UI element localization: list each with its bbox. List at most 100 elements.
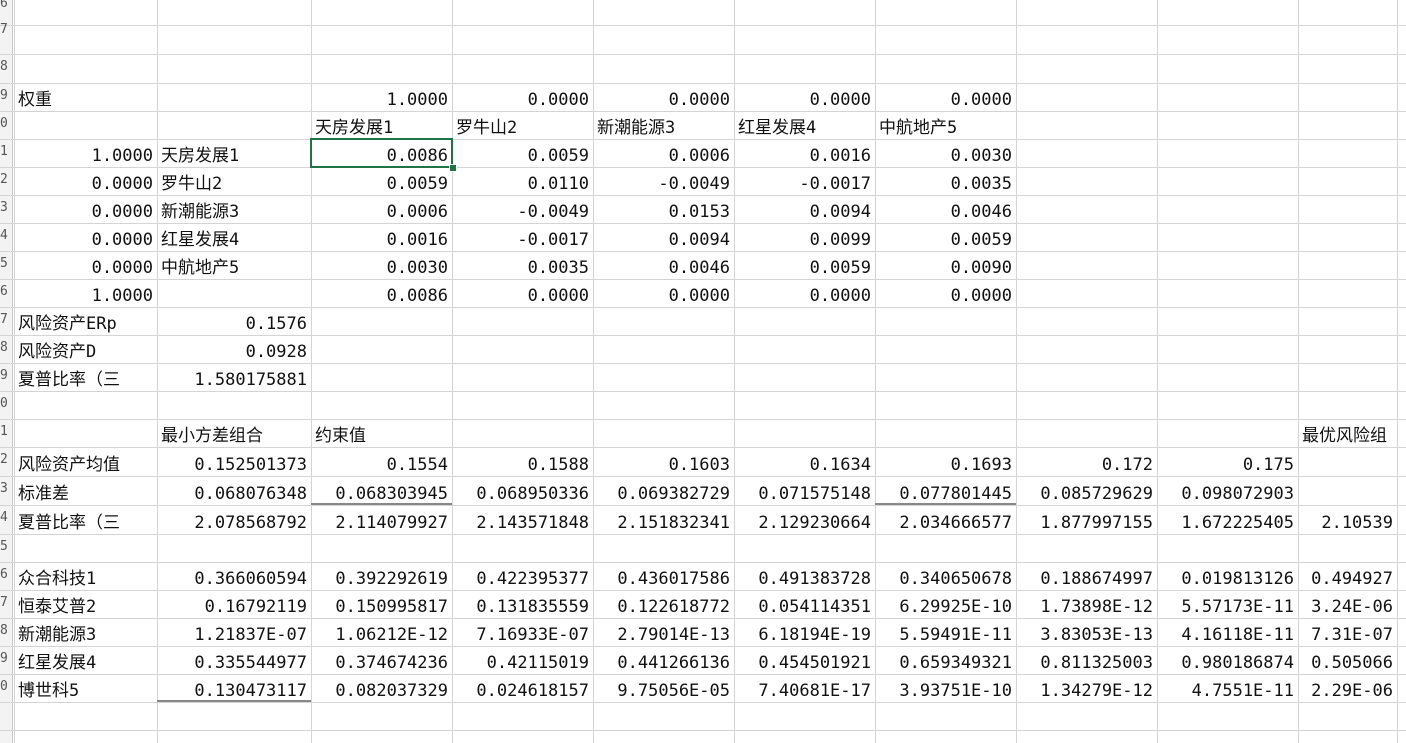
row-number[interactable]: 2	[0, 452, 12, 467]
row-number[interactable]: 8	[0, 59, 12, 74]
cell-b30[interactable]: 0.130473117	[157, 681, 311, 701]
cell-g14[interactable]: 0.0059	[875, 230, 1016, 250]
cell-g10[interactable]: 中航地产5	[875, 118, 1016, 138]
cell-b22[interactable]: 0.152501373	[157, 455, 311, 475]
cell-c29[interactable]: 0.374674236	[311, 653, 452, 673]
cell-e15[interactable]: 0.0046	[593, 258, 734, 278]
cell-d12[interactable]: 0.0110	[452, 174, 593, 194]
cell-j30[interactable]: 2.29E-06	[1298, 681, 1397, 701]
cell-c12[interactable]: 0.0059	[311, 174, 452, 194]
cell-g24[interactable]: 2.034666577	[875, 513, 1016, 533]
cell-d15[interactable]: 0.0035	[452, 258, 593, 278]
cell-f22[interactable]: 0.1634	[734, 455, 875, 475]
cell-d16[interactable]: 0.0000	[452, 286, 593, 306]
cell-g13[interactable]: 0.0046	[875, 202, 1016, 222]
cell-i30[interactable]: 4.7551E-11	[1157, 681, 1298, 701]
cell-d10[interactable]: 罗牛山2	[452, 118, 593, 138]
cell-b18[interactable]: 0.0928	[157, 342, 311, 362]
cell-b12[interactable]: 罗牛山2	[157, 174, 311, 194]
cell-a22[interactable]: 风险资产均值	[14, 455, 157, 475]
cell-e14[interactable]: 0.0094	[593, 230, 734, 250]
row-number[interactable]: 5	[0, 256, 12, 271]
cell-f30[interactable]: 7.40681E-17	[734, 681, 875, 701]
cell-a27[interactable]: 恒泰艾普2	[14, 597, 157, 617]
cell-j21[interactable]: 最优风险组	[1298, 426, 1397, 446]
spreadsheet-grid[interactable]: 6 7 8 9 0 1 2 3 4 5 6 7 8 9 0 1 2 3 4 5 6 7 8 9 0 权重 1.0000 0.0000 0…	[0, 0, 1406, 743]
cell-g9[interactable]: 0.0000	[875, 90, 1016, 110]
cell-i22[interactable]: 0.175	[1157, 455, 1298, 475]
cell-f15[interactable]: 0.0059	[734, 258, 875, 278]
cell-b24[interactable]: 2.078568792	[157, 513, 311, 533]
cell-h23[interactable]: 0.085729629	[1016, 484, 1157, 504]
cell-a18[interactable]: 风险资产D	[14, 342, 157, 362]
cell-b13[interactable]: 新潮能源3	[157, 202, 311, 222]
cell-g30[interactable]: 3.93751E-10	[875, 681, 1016, 701]
cell-g28[interactable]: 5.59491E-11	[875, 625, 1016, 645]
row-number[interactable]: 3	[0, 481, 12, 496]
row-number[interactable]: 3	[0, 200, 12, 215]
cell-d9[interactable]: 0.0000	[452, 90, 593, 110]
cell-d30[interactable]: 0.024618157	[452, 681, 593, 701]
cell-f24[interactable]: 2.129230664	[734, 513, 875, 533]
cell-d14[interactable]: -0.0017	[452, 230, 593, 250]
cell-c28[interactable]: 1.06212E-12	[311, 625, 452, 645]
cell-d29[interactable]: 0.42115019	[452, 653, 593, 673]
cell-h29[interactable]: 0.811325003	[1016, 653, 1157, 673]
cell-g29[interactable]: 0.659349321	[875, 653, 1016, 673]
row-number[interactable]: 7	[0, 595, 12, 610]
cell-b15[interactable]: 中航地产5	[157, 258, 311, 278]
cell-e10[interactable]: 新潮能源3	[593, 118, 734, 138]
cell-d13[interactable]: -0.0049	[452, 202, 593, 222]
row-number[interactable]: 6	[0, 0, 12, 11]
cell-g23[interactable]: 0.077801445	[875, 484, 1016, 504]
cell-a23[interactable]: 标准差	[14, 484, 157, 504]
cell-i27[interactable]: 5.57173E-11	[1157, 597, 1298, 617]
row-number[interactable]: 8	[0, 340, 12, 355]
cell-c27[interactable]: 0.150995817	[311, 597, 452, 617]
cell-g12[interactable]: 0.0035	[875, 174, 1016, 194]
cell-c10[interactable]: 天房发展1	[311, 118, 452, 138]
cell-j28[interactable]: 7.31E-07	[1298, 625, 1397, 645]
cell-c13[interactable]: 0.0006	[311, 202, 452, 222]
cell-a19[interactable]: 夏普比率（三	[14, 370, 157, 390]
cell-a28[interactable]: 新潮能源3	[14, 625, 157, 645]
cell-a9[interactable]: 权重	[14, 90, 157, 110]
row-number[interactable]: 0	[0, 116, 12, 131]
cell-d24[interactable]: 2.143571848	[452, 513, 593, 533]
cell-e28[interactable]: 2.79014E-13	[593, 625, 734, 645]
cell-e22[interactable]: 0.1603	[593, 455, 734, 475]
row-number[interactable]: 9	[0, 368, 12, 383]
cell-a11[interactable]: 1.0000	[14, 146, 157, 166]
cell-g22[interactable]: 0.1693	[875, 455, 1016, 475]
cell-d23[interactable]: 0.068950336	[452, 484, 593, 504]
row-number[interactable]: 7	[0, 22, 12, 37]
cell-b21[interactable]: 最小方差组合	[157, 426, 311, 446]
cell-h24[interactable]: 1.877997155	[1016, 513, 1157, 533]
fill-handle[interactable]	[449, 164, 457, 172]
cell-g16[interactable]: 0.0000	[875, 286, 1016, 306]
row-number[interactable]: 9	[0, 651, 12, 666]
cell-f11[interactable]: 0.0016	[734, 146, 875, 166]
cell-c16[interactable]: 0.0086	[311, 286, 452, 306]
cell-a16[interactable]: 1.0000	[14, 286, 157, 306]
cell-b27[interactable]: 0.16792119	[157, 597, 311, 617]
cell-e29[interactable]: 0.441266136	[593, 653, 734, 673]
row-number[interactable]: 9	[0, 88, 12, 103]
cell-e11[interactable]: 0.0006	[593, 146, 734, 166]
cell-d11[interactable]: 0.0059	[452, 146, 593, 166]
cell-c26[interactable]: 0.392292619	[311, 569, 452, 589]
row-number[interactable]: 0	[0, 396, 12, 411]
cell-b11[interactable]: 天房发展1	[157, 146, 311, 166]
cell-a12[interactable]: 0.0000	[14, 174, 157, 194]
cell-d22[interactable]: 0.1588	[452, 455, 593, 475]
cell-f26[interactable]: 0.491383728	[734, 569, 875, 589]
cell-f12[interactable]: -0.0017	[734, 174, 875, 194]
cell-a30[interactable]: 博世科5	[14, 681, 157, 701]
cell-h22[interactable]: 0.172	[1016, 455, 1157, 475]
cell-c24[interactable]: 2.114079927	[311, 513, 452, 533]
cell-b28[interactable]: 1.21837E-07	[157, 625, 311, 645]
cell-a15[interactable]: 0.0000	[14, 258, 157, 278]
cell-e30[interactable]: 9.75056E-05	[593, 681, 734, 701]
row-number[interactable]: 6	[0, 567, 12, 582]
cell-c23[interactable]: 0.068303945	[311, 484, 452, 504]
